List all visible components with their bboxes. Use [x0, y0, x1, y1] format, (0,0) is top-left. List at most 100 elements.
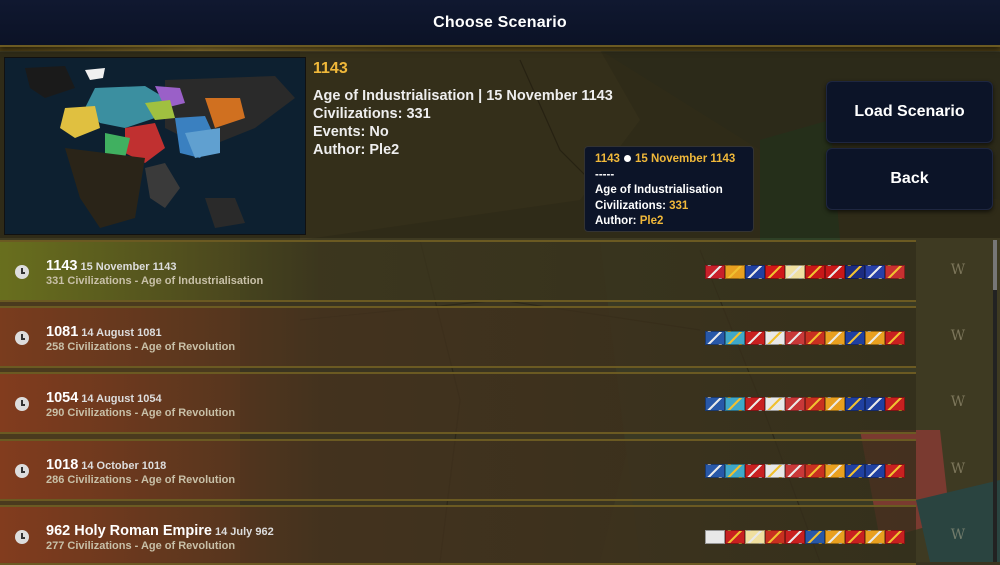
selected-civilizations: Civilizations: 331	[313, 106, 431, 122]
flag-icon	[745, 265, 765, 279]
scenario-map-thumbnail	[4, 57, 306, 235]
selected-events: Events: No	[313, 124, 389, 140]
flag-icon	[825, 397, 845, 411]
civilization-flags	[705, 464, 905, 478]
flag-icon	[785, 530, 805, 544]
top-bar: Choose Scenario	[0, 0, 1000, 47]
scenario-name: 1054 14 August 1054	[46, 390, 162, 406]
flag-icon	[865, 464, 885, 478]
flag-icon	[765, 265, 785, 279]
clock-icon	[15, 331, 29, 345]
clock-icon	[15, 397, 29, 411]
wiki-icon[interactable]: W	[947, 259, 969, 281]
scenario-row[interactable]: 1054 14 August 1054 290 Civilizations - Ag…	[0, 372, 916, 434]
scenario-name: 1018 14 October 1018	[46, 457, 167, 473]
flag-icon	[705, 397, 725, 411]
tooltip-author: Author: Ple2	[595, 215, 664, 227]
flag-icon	[785, 331, 805, 345]
flag-icon	[885, 464, 905, 478]
scenario-name: 1143 15 November 1143	[46, 258, 177, 274]
flag-icon	[725, 397, 745, 411]
tooltip-civilizations: Civilizations: 331	[595, 199, 689, 212]
scenario-row[interactable]: 962 Holy Roman Empire 14 July 962 277 Civi…	[0, 505, 916, 565]
scenario-date: 15 November 1143	[80, 261, 177, 273]
flag-icon	[885, 397, 905, 411]
flag-icon	[825, 530, 845, 544]
tooltip-age: Age of Industrialisation	[595, 184, 723, 196]
dot-icon	[623, 154, 631, 162]
tooltip-separator: -----	[595, 168, 615, 181]
flag-icon	[705, 464, 725, 478]
flag-icon	[705, 331, 725, 345]
scenario-subtitle: 277 Civilizations - Age of Revolution	[46, 540, 236, 552]
flag-icon	[765, 397, 785, 411]
flag-icon	[805, 331, 825, 345]
tooltip-title: 1143 15 November 1143	[595, 152, 753, 168]
flag-icon	[845, 397, 865, 411]
flag-icon	[725, 331, 745, 345]
flag-icon	[845, 265, 865, 279]
flag-icon	[725, 530, 745, 544]
scenario-date: 14 August 1081	[81, 327, 162, 339]
flag-icon	[745, 464, 765, 478]
flag-icon	[785, 464, 805, 478]
flag-icon	[765, 331, 785, 345]
scenario-subtitle: 331 Civilizations - Age of Industrialisa…	[46, 275, 264, 287]
flag-icon	[845, 464, 865, 478]
scenario-date: 14 October 1018	[81, 460, 167, 472]
page-title: Choose Scenario	[433, 13, 567, 31]
flag-icon	[705, 530, 725, 544]
scenario-tooltip: 1143 15 November 1143 ----- Age of Indust…	[584, 146, 754, 232]
flag-icon	[865, 530, 885, 544]
flag-icon	[725, 464, 745, 478]
flag-icon	[865, 397, 885, 411]
flag-icon	[865, 331, 885, 345]
selected-age-date: Age of Industrialisation | 15 November 1…	[313, 88, 613, 104]
tooltip-date: 15 November 1143	[634, 153, 736, 165]
flag-icon	[725, 265, 745, 279]
civilization-flags	[705, 530, 905, 544]
scenario-name: 962 Holy Roman Empire 14 July 962	[46, 523, 274, 539]
scenario-row[interactable]: 1081 14 August 1081 258 Civilizations - Ag…	[0, 306, 916, 368]
selected-author: Author: Ple2	[313, 142, 400, 158]
scenario-date: 14 July 962	[215, 526, 274, 538]
flag-icon	[865, 265, 885, 279]
wiki-icon[interactable]: W	[947, 524, 969, 546]
scenario-date: 14 August 1054	[81, 393, 162, 405]
flag-icon	[765, 464, 785, 478]
flag-icon	[705, 265, 725, 279]
flag-icon	[805, 464, 825, 478]
flag-icon	[845, 530, 865, 544]
tooltip-year: 1143	[595, 153, 620, 165]
flag-icon	[845, 331, 865, 345]
flag-icon	[785, 397, 805, 411]
wiki-icon[interactable]: W	[947, 325, 969, 347]
back-button[interactable]: Back	[826, 148, 993, 210]
flag-icon	[885, 530, 905, 544]
scenario-row[interactable]: 1018 14 October 1018 286 Civilizations - A…	[0, 439, 916, 501]
flag-icon	[805, 265, 825, 279]
flag-icon	[885, 265, 905, 279]
flag-icon	[745, 530, 765, 544]
civilization-flags	[705, 397, 905, 411]
flag-icon	[825, 331, 845, 345]
clock-icon	[15, 464, 29, 478]
flag-icon	[765, 530, 785, 544]
flag-icon	[785, 265, 805, 279]
clock-icon	[15, 530, 29, 544]
selected-year: 1143	[313, 60, 348, 77]
clock-icon	[15, 265, 29, 279]
scenario-subtitle: 286 Civilizations - Age of Revolution	[46, 474, 236, 486]
scenario-subtitle: 290 Civilizations - Age of Revolution	[46, 407, 236, 419]
flag-icon	[885, 331, 905, 345]
civilization-flags	[705, 265, 905, 279]
flag-icon	[825, 265, 845, 279]
scenario-row[interactable]: 1143 15 November 1143 331 Civilizations - …	[0, 240, 916, 302]
flag-icon	[805, 397, 825, 411]
wiki-icon[interactable]: W	[947, 391, 969, 413]
scrollbar-thumb[interactable]	[993, 240, 997, 290]
wiki-icon[interactable]: W	[947, 458, 969, 480]
flag-icon	[825, 464, 845, 478]
scenario-subtitle: 258 Civilizations - Age of Revolution	[46, 341, 236, 353]
load-scenario-button[interactable]: Load Scenario	[826, 81, 993, 143]
